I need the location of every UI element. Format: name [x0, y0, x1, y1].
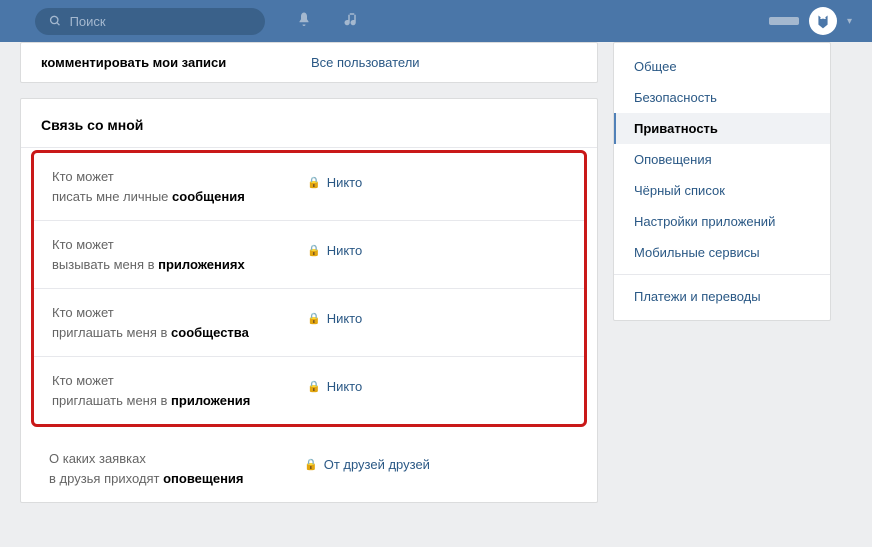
nav-security[interactable]: Безопасность: [614, 82, 830, 113]
setting-value-dropdown[interactable]: 🔒 Никто: [307, 303, 362, 326]
search-box[interactable]: [35, 8, 265, 35]
setting-row: О каких заявках в друзья приходят оповещ…: [21, 435, 597, 502]
nav-general[interactable]: Общее: [614, 51, 830, 82]
contact-section: Связь со мной Кто может писать мне личны…: [20, 98, 598, 503]
nav-blacklist[interactable]: Чёрный список: [614, 175, 830, 206]
nav-privacy[interactable]: Приватность: [614, 113, 830, 144]
top-header: ▾: [0, 0, 872, 42]
header-user[interactable]: ▾: [769, 7, 852, 35]
setting-row: Кто может писать мне личные сообщения 🔒 …: [34, 153, 584, 221]
search-icon: [49, 14, 62, 28]
prev-section-overflow: комментировать мои записи Все пользовате…: [20, 42, 598, 83]
nav-app-settings[interactable]: Настройки приложений: [614, 206, 830, 237]
setting-value-dropdown[interactable]: 🔒 От друзей друзей: [304, 449, 430, 472]
main-content: комментировать мои записи Все пользовате…: [20, 42, 598, 518]
setting-label: О каких заявках в друзья приходят оповещ…: [49, 449, 304, 488]
setting-value-dropdown[interactable]: 🔒 Никто: [307, 235, 362, 258]
setting-value-dropdown[interactable]: 🔒 Никто: [307, 167, 362, 190]
settings-nav: Общее Безопасность Приватность Оповещени…: [613, 42, 831, 321]
setting-row: комментировать мои записи Все пользовате…: [21, 43, 597, 82]
chevron-down-icon: ▾: [847, 16, 852, 27]
lock-icon: 🔒: [307, 380, 321, 393]
setting-label: Кто может приглашать меня в сообщества: [52, 303, 307, 342]
sidebar: Общее Безопасность Приватность Оповещени…: [613, 42, 831, 518]
setting-row: Кто может приглашать меня в сообщества 🔒…: [34, 289, 584, 357]
nav-separator: [614, 274, 830, 275]
section-title: Связь со мной: [21, 99, 597, 148]
music-icon[interactable]: [343, 11, 361, 32]
setting-value[interactable]: Все пользователи: [311, 55, 420, 70]
nav-notifications[interactable]: Оповещения: [614, 144, 830, 175]
nav-mobile[interactable]: Мобильные сервисы: [614, 237, 830, 268]
setting-label: Кто может приглашать меня в приложения: [52, 371, 307, 410]
setting-label: комментировать мои записи: [41, 55, 311, 70]
setting-value-dropdown[interactable]: 🔒 Никто: [307, 371, 362, 394]
lock-icon: 🔒: [307, 244, 321, 257]
username: [769, 17, 799, 25]
setting-row: Кто может приглашать меня в приложения 🔒…: [34, 357, 584, 424]
avatar: [809, 7, 837, 35]
setting-label: Кто может вызывать меня в приложениях: [52, 235, 307, 274]
search-input[interactable]: [70, 14, 251, 29]
lock-icon: 🔒: [307, 176, 321, 189]
nav-payments[interactable]: Платежи и переводы: [614, 281, 830, 312]
highlighted-group: Кто может писать мне личные сообщения 🔒 …: [31, 150, 587, 427]
header-icons: [295, 11, 361, 32]
lock-icon: 🔒: [307, 312, 321, 325]
setting-label: Кто может писать мне личные сообщения: [52, 167, 307, 206]
setting-row: Кто может вызывать меня в приложениях 🔒 …: [34, 221, 584, 289]
bell-icon[interactable]: [295, 11, 313, 32]
lock-icon: 🔒: [304, 458, 318, 471]
